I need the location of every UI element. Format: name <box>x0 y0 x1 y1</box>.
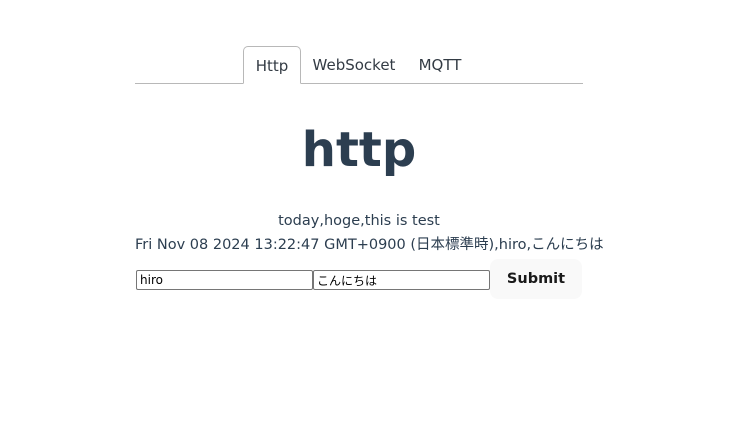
tab-bar: Http WebSocket MQTT <box>135 46 583 84</box>
tab-mqtt[interactable]: MQTT <box>413 46 467 84</box>
tab-http[interactable]: Http <box>243 46 301 84</box>
message-form: Submit <box>135 259 583 299</box>
name-input[interactable] <box>136 270 313 290</box>
result-text: Fri Nov 08 2024 13:22:47 GMT+0900 (日本標準時… <box>135 237 604 253</box>
response-text: today,hoge,this is test <box>278 213 440 229</box>
submit-button[interactable]: Submit <box>490 259 582 299</box>
message-input[interactable] <box>313 270 490 290</box>
tab-websocket[interactable]: WebSocket <box>309 46 399 84</box>
page-title: http <box>301 122 417 178</box>
